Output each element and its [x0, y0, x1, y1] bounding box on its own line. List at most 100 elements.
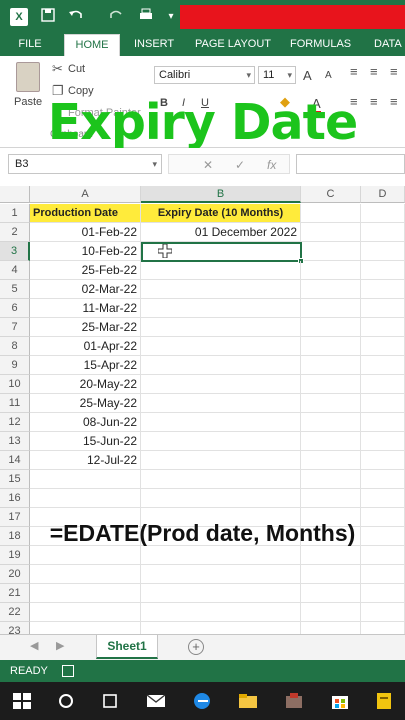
expiry-date-cell[interactable]: 01 December 2022	[141, 223, 301, 242]
cell[interactable]	[361, 223, 405, 242]
row-header[interactable]: 6	[0, 299, 30, 318]
production-date-cell[interactable]: 01-Feb-22	[30, 223, 141, 242]
task-view-icon[interactable]	[100, 692, 120, 710]
row-header[interactable]: 5	[0, 280, 30, 299]
tab-file[interactable]: FILE	[0, 34, 60, 56]
name-box[interactable]: B3 ▾	[8, 154, 162, 174]
cell[interactable]	[361, 280, 405, 299]
production-date-cell[interactable]	[30, 546, 141, 565]
row-header[interactable]: 8	[0, 337, 30, 356]
cell[interactable]	[361, 356, 405, 375]
row-header[interactable]: 2	[0, 223, 30, 242]
macro-record-icon[interactable]	[62, 665, 74, 677]
print-icon[interactable]	[134, 8, 158, 26]
row-header[interactable]: 3	[0, 242, 30, 261]
cell[interactable]	[301, 470, 361, 489]
row-header[interactable]: 13	[0, 432, 30, 451]
cut-button[interactable]: Cut	[68, 63, 85, 75]
production-date-cell[interactable]: 08-Jun-22	[30, 413, 141, 432]
production-date-cell[interactable]: 25-Feb-22	[30, 261, 141, 280]
production-date-cell[interactable]: 01-Apr-22	[30, 337, 141, 356]
cell[interactable]	[301, 584, 361, 603]
store-icon[interactable]	[330, 692, 350, 710]
cell[interactable]	[361, 413, 405, 432]
cell[interactable]	[361, 546, 405, 565]
cell[interactable]	[301, 451, 361, 470]
cell[interactable]	[301, 546, 361, 565]
cell[interactable]	[361, 470, 405, 489]
row-header[interactable]: 7	[0, 318, 30, 337]
row-header[interactable]: 19	[0, 546, 30, 565]
expiry-date-cell[interactable]	[141, 413, 301, 432]
windows-start-icon[interactable]	[12, 692, 32, 710]
cell[interactable]	[361, 337, 405, 356]
expiry-date-cell[interactable]	[141, 603, 301, 622]
mail-icon[interactable]	[146, 692, 166, 710]
font-size-select[interactable]: 11 ▾	[258, 66, 296, 84]
qat-customize-icon[interactable]: ▾	[164, 8, 178, 26]
expiry-date-cell[interactable]	[141, 375, 301, 394]
row-header[interactable]: 20	[0, 565, 30, 584]
cell[interactable]	[301, 413, 361, 432]
cell[interactable]	[301, 394, 361, 413]
row-header[interactable]: 10	[0, 375, 30, 394]
expiry-date-cell[interactable]	[141, 394, 301, 413]
cell[interactable]	[361, 622, 405, 634]
tab-data[interactable]: DATA	[374, 34, 402, 56]
expiry-date-cell[interactable]	[141, 280, 301, 299]
cell[interactable]	[361, 394, 405, 413]
row-header[interactable]: 12	[0, 413, 30, 432]
cell[interactable]	[301, 299, 361, 318]
production-date-cell[interactable]	[30, 489, 141, 508]
production-date-cell[interactable]: 25-May-22	[30, 394, 141, 413]
expiry-date-cell[interactable]	[141, 584, 301, 603]
production-date-cell[interactable]: 11-Mar-22	[30, 299, 141, 318]
cell[interactable]	[301, 242, 361, 261]
cell[interactable]	[301, 489, 361, 508]
production-date-cell[interactable]	[30, 584, 141, 603]
cell[interactable]	[301, 356, 361, 375]
redo-icon[interactable]	[104, 8, 128, 26]
cell[interactable]	[361, 242, 405, 261]
cell[interactable]	[301, 432, 361, 451]
production-date-cell[interactable]: 15-Apr-22	[30, 356, 141, 375]
cell[interactable]	[301, 622, 361, 634]
cell[interactable]	[361, 432, 405, 451]
production-date-cell[interactable]	[30, 603, 141, 622]
undo-icon[interactable]	[64, 8, 88, 26]
enter-icon[interactable]: ✓	[235, 155, 245, 175]
search-icon[interactable]	[56, 692, 76, 710]
expiry-date-cell[interactable]	[141, 565, 301, 584]
cell[interactable]	[301, 318, 361, 337]
insert-function-icon[interactable]: fx	[267, 155, 276, 175]
row-header[interactable]: 16	[0, 489, 30, 508]
cell[interactable]	[361, 584, 405, 603]
cell[interactable]	[301, 565, 361, 584]
row-header[interactable]: 23	[0, 622, 30, 634]
expiry-date-cell[interactable]	[141, 299, 301, 318]
expiry-date-cell[interactable]	[141, 489, 301, 508]
cell[interactable]	[361, 565, 405, 584]
expiry-date-cell[interactable]	[141, 318, 301, 337]
cell[interactable]	[301, 337, 361, 356]
paste-icon[interactable]	[16, 62, 40, 92]
cell[interactable]	[361, 603, 405, 622]
cell[interactable]	[301, 375, 361, 394]
production-date-cell[interactable]	[30, 622, 141, 634]
column-header-c[interactable]: C	[301, 186, 361, 203]
row-header[interactable]: 21	[0, 584, 30, 603]
row-header[interactable]: 22	[0, 603, 30, 622]
align-middle-icon[interactable]: ≡	[370, 64, 378, 79]
cell[interactable]	[301, 204, 361, 223]
expiry-date-cell[interactable]	[141, 356, 301, 375]
align-top-icon[interactable]: ≡	[350, 64, 358, 79]
save-icon[interactable]	[38, 8, 58, 26]
cell[interactable]	[361, 375, 405, 394]
row-header[interactable]: 9	[0, 356, 30, 375]
tab-formulas[interactable]: FORMULAS	[290, 34, 351, 56]
tab-page-layout[interactable]: PAGE LAYOUT	[195, 34, 271, 56]
production-date-cell[interactable]	[30, 565, 141, 584]
scroll-left-icon[interactable]: ◀	[30, 639, 38, 652]
app-icon[interactable]	[284, 692, 304, 710]
grow-font-button[interactable]: A	[303, 68, 312, 83]
